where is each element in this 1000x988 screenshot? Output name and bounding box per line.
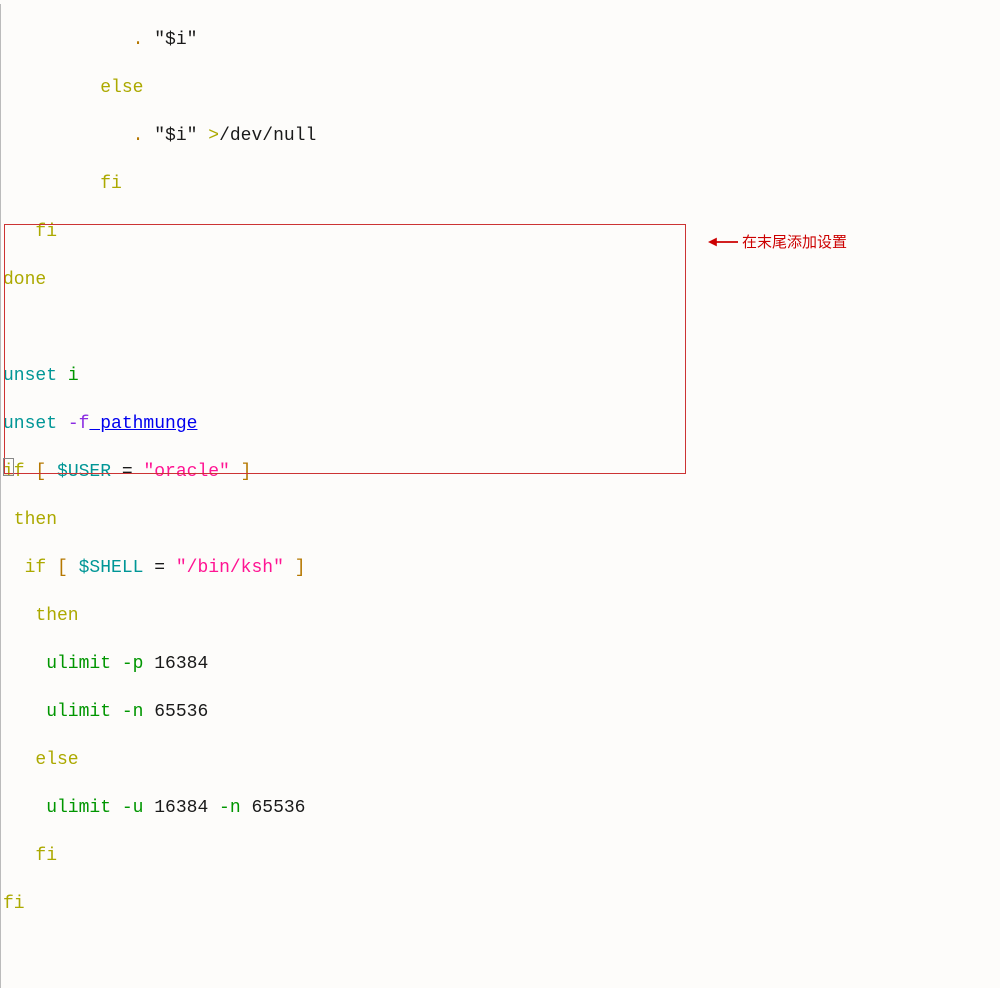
code-line: ulimit -p 16384 bbox=[3, 652, 1000, 676]
code-text: /dev/null bbox=[219, 126, 316, 146]
code-text: if bbox=[3, 462, 25, 482]
code-text: $SHELL bbox=[68, 558, 144, 578]
code-line: fi bbox=[3, 844, 1000, 868]
code-text: = bbox=[143, 558, 175, 578]
code-line: unset -f pathmunge bbox=[3, 412, 1000, 436]
code-text: i bbox=[57, 366, 79, 386]
code-text: 65536 bbox=[154, 702, 208, 722]
code-text bbox=[3, 942, 14, 962]
annotation: 在末尾添加设置 bbox=[708, 231, 847, 252]
code-line: then bbox=[3, 508, 1000, 532]
code-text: 65536 bbox=[251, 798, 305, 818]
annotation-text: 在末尾添加设置 bbox=[742, 231, 847, 252]
code-text: . bbox=[3, 30, 154, 50]
code-text: "$i" bbox=[154, 126, 197, 146]
code-text: fi bbox=[3, 894, 25, 914]
code-text: then bbox=[3, 606, 79, 626]
code-text: fi bbox=[3, 222, 57, 242]
code-text: > bbox=[197, 126, 219, 146]
code-block: . "$i" else . "$i" >/dev/null fi fi done… bbox=[0, 4, 1000, 988]
code-text: done bbox=[3, 270, 46, 290]
code-text: ulimit -n bbox=[3, 702, 154, 722]
code-line: else bbox=[3, 76, 1000, 100]
code-line: . "$i" bbox=[3, 28, 1000, 52]
code-text: . bbox=[3, 126, 154, 146]
code-line: ulimit -n 65536 bbox=[3, 700, 1000, 724]
arrow-left-icon bbox=[708, 235, 738, 249]
code-line: if [ $USER = "oracle" ] bbox=[3, 460, 1000, 484]
code-line: unset i bbox=[3, 364, 1000, 388]
code-text: fi bbox=[3, 174, 122, 194]
code-text: unset bbox=[3, 366, 57, 386]
code-text: [ bbox=[46, 558, 68, 578]
code-text: -f bbox=[57, 414, 89, 434]
code-text bbox=[3, 318, 14, 338]
code-line: fi bbox=[3, 220, 1000, 244]
code-line: . "$i" >/dev/null bbox=[3, 124, 1000, 148]
code-text: if bbox=[3, 558, 46, 578]
code-line: if [ $SHELL = "/bin/ksh" ] bbox=[3, 556, 1000, 580]
code-text: ulimit -u bbox=[3, 798, 154, 818]
code-text: unset bbox=[3, 414, 57, 434]
code-text: else bbox=[3, 750, 79, 770]
code-text: "$i" bbox=[154, 30, 197, 50]
code-text: then bbox=[3, 510, 57, 530]
code-line: fi bbox=[3, 172, 1000, 196]
code-text: 16384 bbox=[154, 654, 208, 674]
code-text: ] bbox=[230, 462, 252, 482]
code-line: fi bbox=[3, 892, 1000, 916]
code-line: done bbox=[3, 268, 1000, 292]
code-text: pathmunge bbox=[89, 414, 197, 434]
code-text: ] bbox=[284, 558, 306, 578]
code-text: else bbox=[3, 78, 143, 98]
code-text: = bbox=[111, 462, 143, 482]
code-text: [ bbox=[25, 462, 47, 482]
code-line: else bbox=[3, 748, 1000, 772]
code-text: -n bbox=[208, 798, 251, 818]
code-line: then bbox=[3, 604, 1000, 628]
code-text: ulimit -p bbox=[3, 654, 154, 674]
code-text: 16384 bbox=[154, 798, 208, 818]
code-text: $USER bbox=[46, 462, 111, 482]
code-text: "/bin/ksh" bbox=[176, 558, 284, 578]
code-line bbox=[3, 940, 1000, 964]
code-text: fi bbox=[3, 846, 57, 866]
code-line bbox=[3, 316, 1000, 340]
code-line: ulimit -u 16384 -n 65536 bbox=[3, 796, 1000, 820]
code-text: "oracle" bbox=[143, 462, 229, 482]
